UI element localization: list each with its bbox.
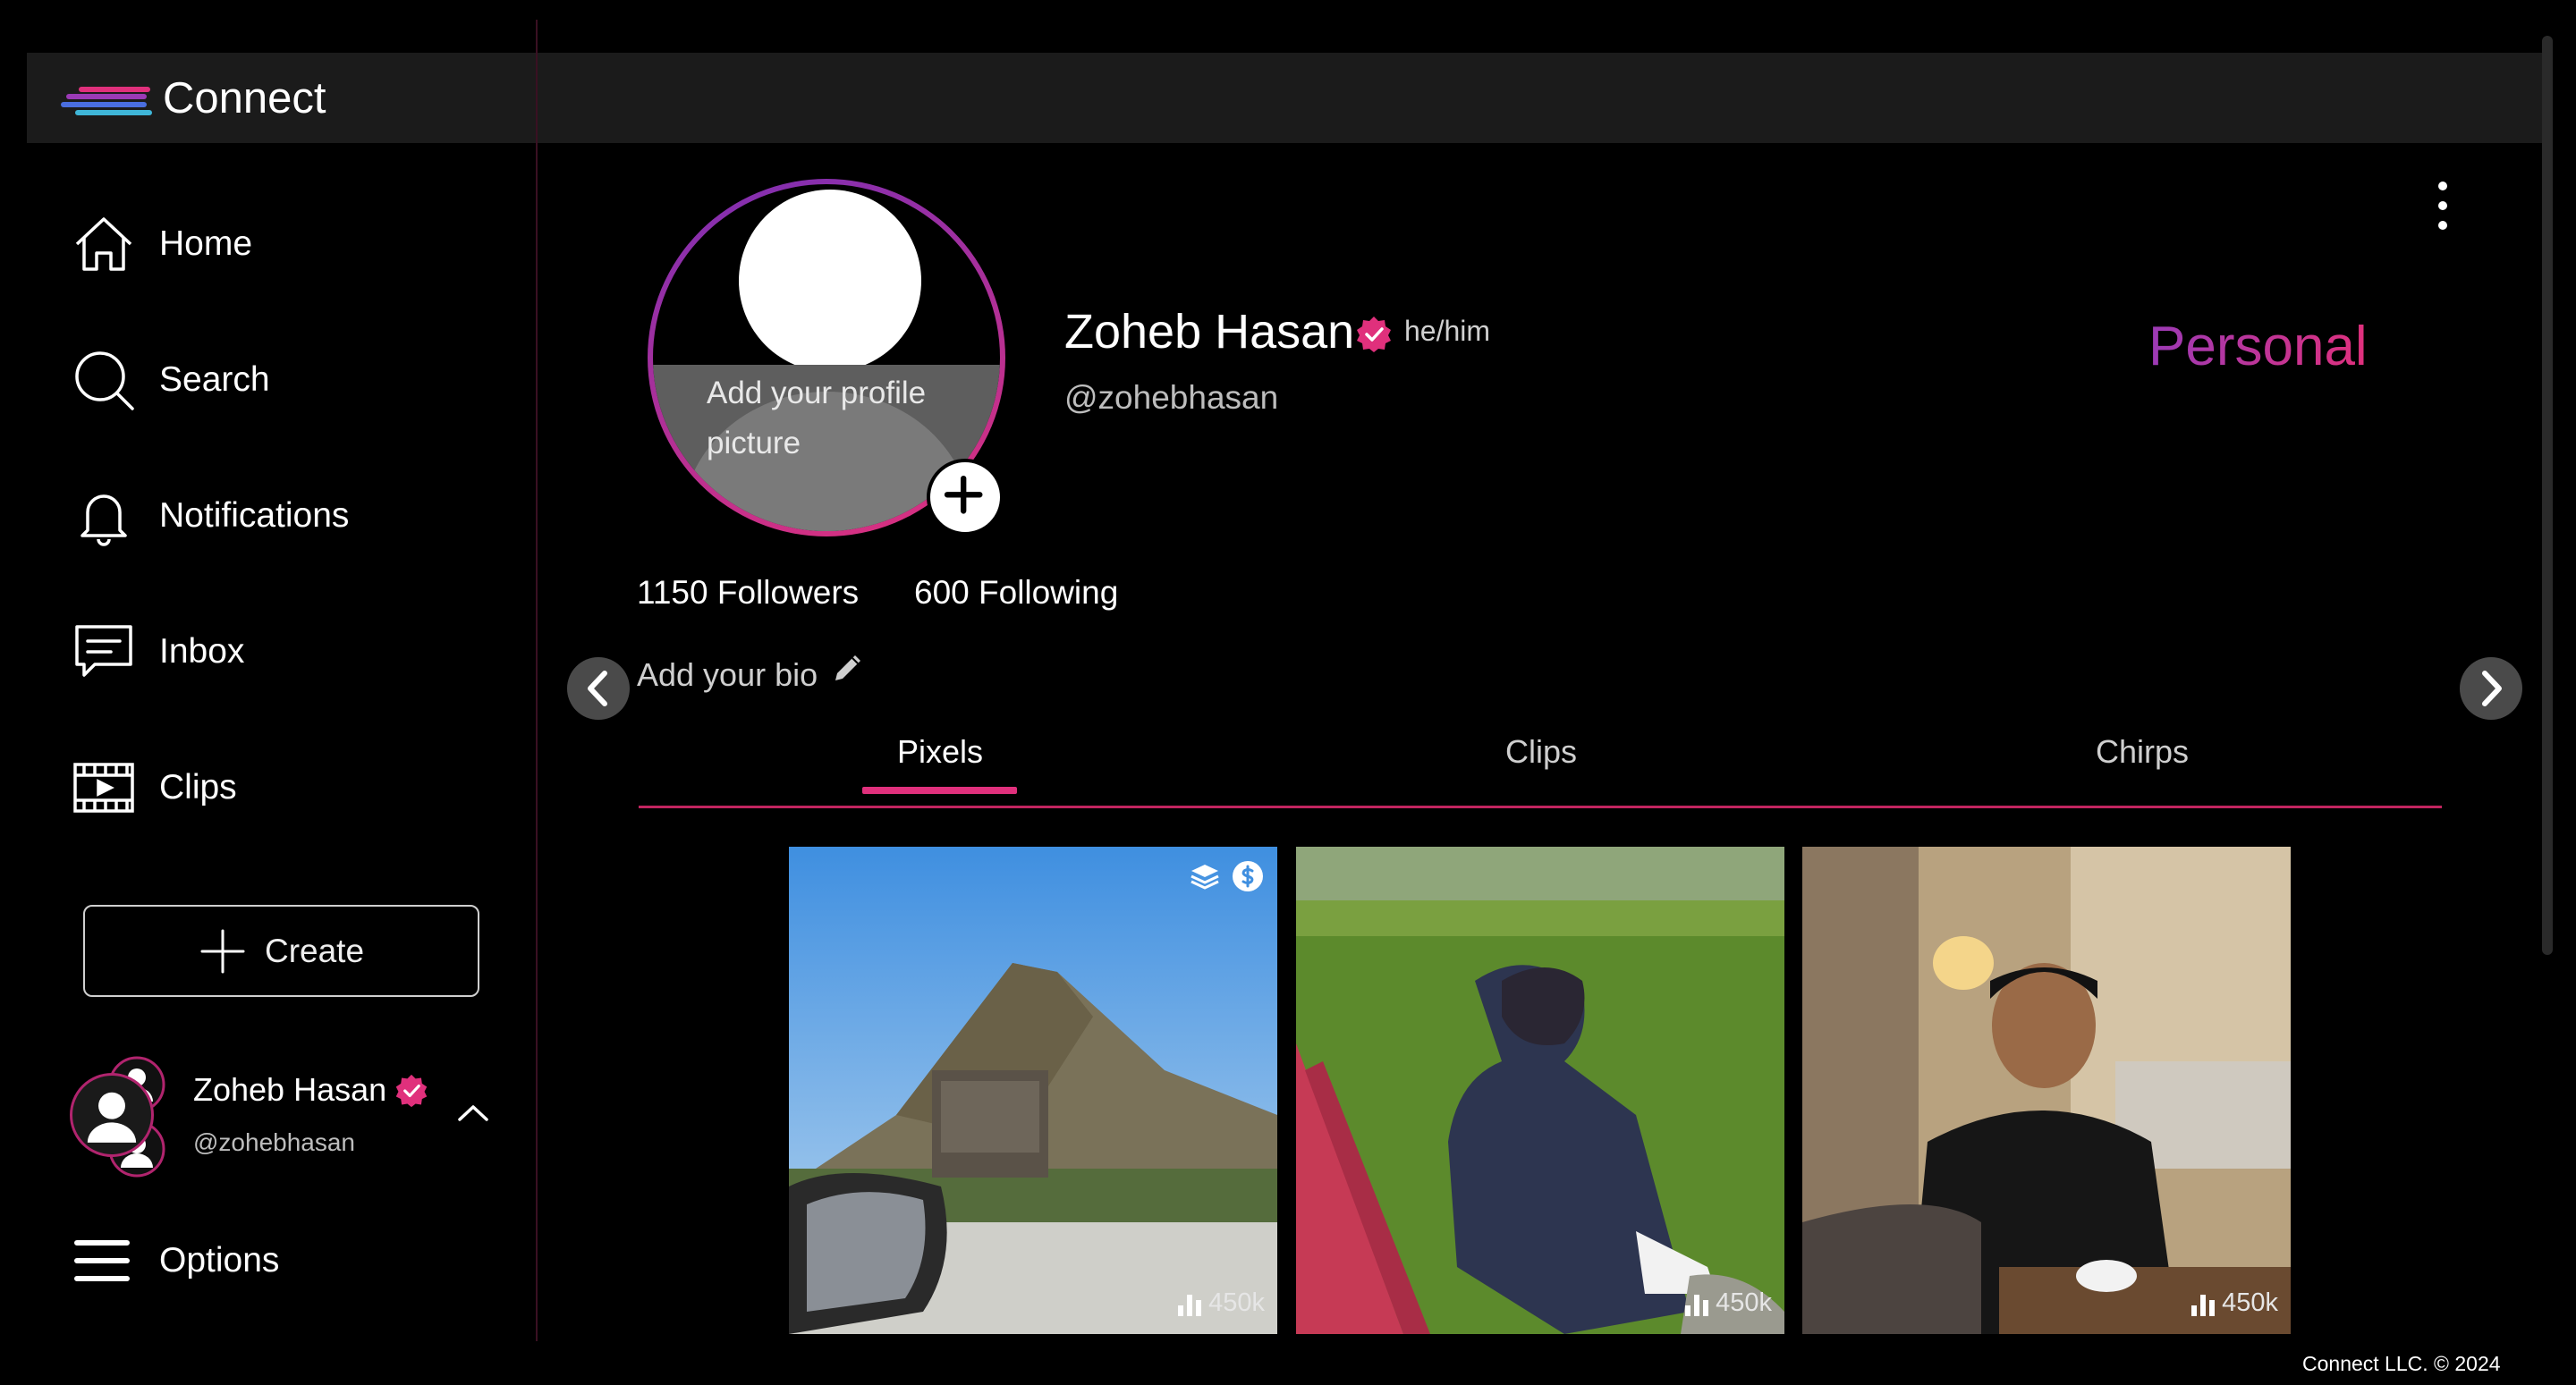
verified-badge-icon bbox=[1357, 317, 1391, 352]
post-views: 450k bbox=[1176, 1288, 1265, 1318]
views-count: 450k bbox=[1716, 1288, 1772, 1317]
top-bar bbox=[27, 53, 2542, 143]
sidebar-item-label: Clips bbox=[159, 768, 237, 807]
bio-placeholder: Add your bio bbox=[637, 656, 818, 693]
sidebar-item-inbox[interactable]: Inbox bbox=[72, 616, 244, 688]
active-tab-indicator bbox=[862, 787, 1017, 794]
profile-handle: @zohebhasan bbox=[1064, 379, 1279, 416]
app-name[interactable]: Connect bbox=[163, 73, 326, 123]
post-views: 450k bbox=[1683, 1288, 1772, 1318]
bar-chart-icon bbox=[2191, 1295, 2216, 1316]
next-arrow-icon[interactable] bbox=[2460, 657, 2522, 720]
chevron-up-icon[interactable] bbox=[454, 1098, 492, 1127]
plus-icon bbox=[200, 929, 245, 973]
create-button[interactable]: Create bbox=[83, 905, 479, 997]
post-image-person-on-bench bbox=[1296, 847, 1784, 1334]
post-tile[interactable]: 450k bbox=[1296, 847, 1784, 1334]
scrollbar[interactable] bbox=[2542, 36, 2553, 955]
options-label: Options bbox=[159, 1241, 280, 1279]
create-label: Create bbox=[264, 932, 365, 969]
post-tile[interactable]: 450k bbox=[1802, 847, 2291, 1334]
stack-icon bbox=[1191, 865, 1219, 890]
post-badges bbox=[1179, 859, 1265, 893]
sidebar-item-notifications[interactable]: Notifications bbox=[72, 480, 349, 552]
pencil-edit-icon[interactable] bbox=[830, 650, 866, 686]
sidebar-divider bbox=[536, 20, 538, 1341]
previous-arrow-icon[interactable] bbox=[567, 657, 630, 720]
add-profile-picture-button[interactable] bbox=[927, 459, 1004, 536]
add-profile-picture-text: Add your profile picture bbox=[707, 376, 927, 460]
dollar-icon bbox=[1233, 861, 1263, 891]
sidebar-item-options[interactable]: Options bbox=[72, 1225, 279, 1296]
chat-icon bbox=[75, 625, 132, 677]
account-name: Zoheb Hasan bbox=[193, 1071, 387, 1108]
post-tile[interactable]: 450k bbox=[789, 847, 1277, 1334]
verified-badge-icon bbox=[395, 1074, 428, 1108]
sidebar-item-label: Search bbox=[159, 360, 270, 399]
sidebar-item-label: Inbox bbox=[159, 632, 245, 671]
views-count: 450k bbox=[2222, 1288, 2278, 1317]
home-icon bbox=[75, 217, 132, 271]
post-image-person-in-cafe bbox=[1802, 847, 2291, 1334]
film-icon bbox=[73, 763, 134, 813]
account-handle: @zohebhasan bbox=[193, 1128, 356, 1156]
post-image-mountain-park-sign bbox=[789, 847, 1277, 1334]
post-views: 450k bbox=[2190, 1288, 2278, 1318]
bell-icon bbox=[80, 494, 127, 546]
tab-clips[interactable]: Clips bbox=[1505, 733, 1577, 771]
tab-chirps[interactable]: Chirps bbox=[2096, 733, 2189, 771]
more-options-icon[interactable] bbox=[2429, 179, 2456, 232]
footer-copyright: Connect LLC. © 2024 bbox=[2302, 1352, 2501, 1375]
bar-chart-icon bbox=[1178, 1295, 1202, 1316]
sidebar-item-search[interactable]: Search bbox=[72, 344, 270, 416]
followers-count[interactable]: 1150 Followers bbox=[637, 574, 859, 612]
profile-placeholder-head bbox=[739, 190, 921, 372]
bio-field[interactable]: Add your bio bbox=[637, 655, 866, 694]
sidebar-item-label: Notifications bbox=[159, 496, 350, 535]
tabs-divider bbox=[639, 806, 2442, 808]
hamburger-menu-icon bbox=[74, 1240, 130, 1281]
connect-logo-icon[interactable] bbox=[61, 85, 156, 117]
profile-name: Zoheb Hasan bbox=[1064, 305, 1355, 359]
pronouns: he/him bbox=[1404, 315, 1491, 347]
sidebar-item-clips[interactable]: Clips bbox=[72, 752, 237, 823]
account-avatar-icon[interactable] bbox=[70, 1073, 154, 1157]
tab-pixels[interactable]: Pixels bbox=[897, 733, 983, 771]
views-count: 450k bbox=[1208, 1288, 1265, 1317]
sidebar-item-home[interactable]: Home bbox=[72, 208, 252, 280]
account-type-label: Personal bbox=[2148, 316, 2368, 377]
search-icon bbox=[75, 351, 134, 410]
bar-chart-icon bbox=[1685, 1295, 1709, 1316]
sidebar-item-label: Home bbox=[159, 224, 253, 263]
following-count[interactable]: 600 Following bbox=[914, 574, 1118, 612]
